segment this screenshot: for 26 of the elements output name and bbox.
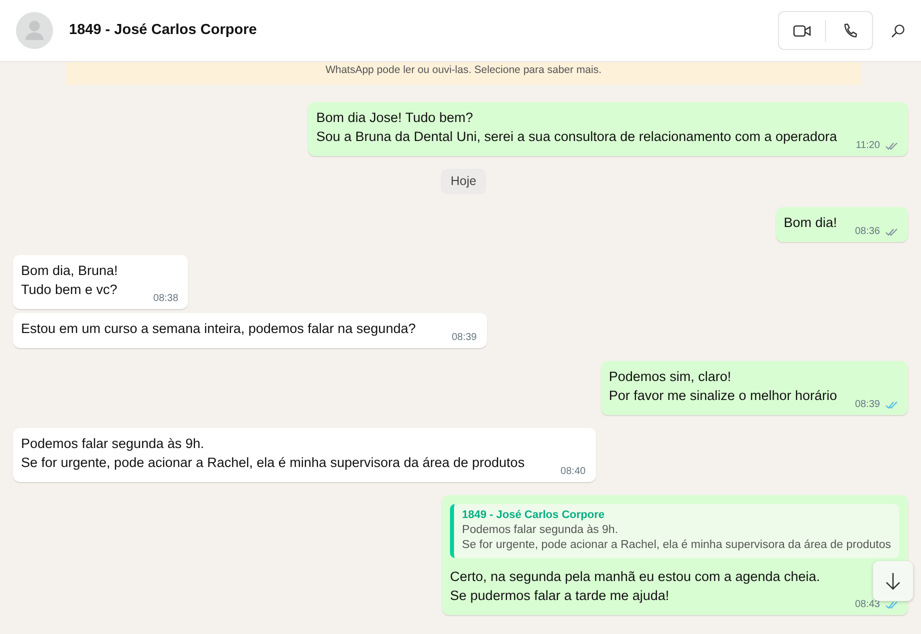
quote-text: Podemos falar segunda às 9h. Se for urgente, pode acionar a Rachel, ela é minha supervisora da área de produtos bbox=[462, 522, 891, 552]
message-text: Bom dia, Bruna! Tudo bem e vc? bbox=[21, 262, 118, 296]
encryption-notice[interactable]: WhatsApp pode ler ou ouvi-las. Selecione para saber mais. bbox=[66, 62, 861, 85]
message-text: Certo, na segunda pela manhã eu estou com a agenda cheia. Se pudermos falar a tarde me ajuda! bbox=[450, 568, 820, 602]
message-text: Podemos sim, claro! Por favor me sinalize o melhor horário bbox=[608, 368, 837, 402]
message-time: 08:38 bbox=[153, 292, 178, 304]
message-text: Bom dia! bbox=[784, 214, 837, 230]
avatar bbox=[16, 12, 53, 49]
message-time: 08:39 bbox=[854, 398, 880, 410]
message-text: Estou em um curso a semana inteira, podemos falar na segunda? bbox=[21, 320, 416, 336]
message-time: 08:36 bbox=[854, 226, 880, 238]
message-time: 08:39 bbox=[452, 332, 477, 344]
arrow-down-icon bbox=[885, 572, 901, 590]
video-camera-icon bbox=[793, 24, 811, 38]
date-chip: Hoje bbox=[440, 168, 486, 194]
contact-name: 1849 - José Carlos Corpore bbox=[69, 20, 257, 40]
scroll-down-button[interactable] bbox=[873, 561, 913, 601]
message-time: 08:43 bbox=[854, 598, 880, 610]
message-time: 11:20 bbox=[856, 140, 880, 152]
message-text: Bom dia Jose! Tudo bem? Sou a Bruna da Dental Uni, serei a sua consultora de relacionamento com a operadora bbox=[316, 110, 837, 144]
message-time: 08:40 bbox=[560, 466, 586, 478]
phone-icon bbox=[842, 22, 856, 38]
search-icon bbox=[891, 24, 905, 38]
quote-author: 1849 - José Carlos Corpore bbox=[462, 508, 606, 522]
quoted-message[interactable]: 1849 - José Carlos Corpore Podemos falar segunda às 9h. Se for urgente, pode acionar a Rachel, ela é minha supervisora da área de produtos bbox=[450, 504, 899, 558]
message-text: Podemos falar segunda às 9h. Se for urgente, pode acionar a Rachel, ela é minha supervisora da área de produtos bbox=[21, 436, 525, 470]
